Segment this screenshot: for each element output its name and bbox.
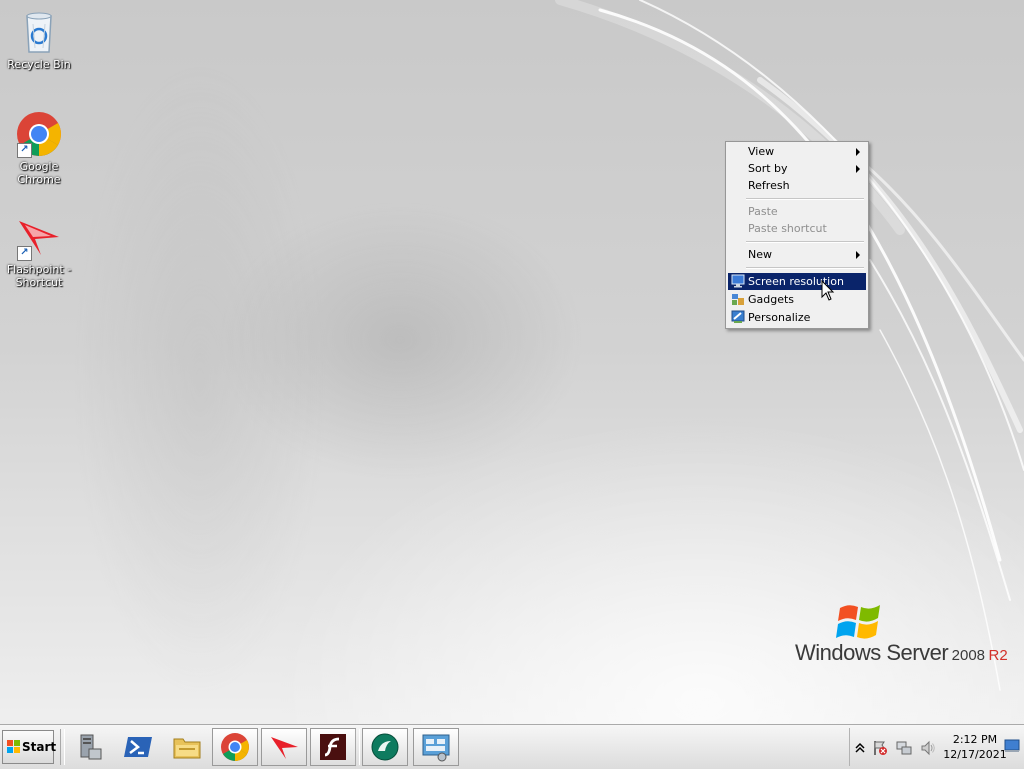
mouse-cursor-icon <box>821 280 835 301</box>
desktop-icon-label: Flashpoint - Shortcut <box>6 263 72 289</box>
gadgets-icon <box>732 294 744 305</box>
menu-item-paste-shortcut[interactable]: Paste shortcut <box>728 220 866 237</box>
shortcut-arrow-icon: ↗ <box>17 246 32 261</box>
submenu-arrow-icon <box>856 165 860 173</box>
system-tray: 2:12 PM 12/17/2021 <box>849 728 1022 766</box>
menu-item-paste[interactable]: Paste <box>728 203 866 220</box>
menu-item-sort-by[interactable]: Sort by <box>728 160 866 177</box>
recycle-bin-icon <box>15 8 63 56</box>
show-desktop-icon[interactable] <box>1004 738 1020 754</box>
menu-separator <box>746 198 864 200</box>
submenu-arrow-icon <box>856 251 860 259</box>
taskbar-explorer[interactable] <box>164 728 210 766</box>
taskbar-control-panel[interactable] <box>413 728 459 766</box>
start-button[interactable]: Start <box>2 730 57 764</box>
desktop-context-menu: View Sort by Refresh Paste Paste shortcu… <box>725 141 869 329</box>
clock-date: 12/17/2021 <box>943 748 1007 761</box>
taskbar-separator <box>60 729 65 765</box>
taskbar-green-app[interactable] <box>362 728 408 766</box>
submenu-arrow-icon <box>856 148 860 156</box>
start-label: Start <box>22 740 57 754</box>
taskbar-server-manager[interactable] <box>66 728 112 766</box>
taskbar-flashpoint[interactable] <box>261 728 307 766</box>
menu-item-gadgets[interactable]: Gadgets <box>728 291 866 308</box>
green-circle-app-icon <box>371 733 399 761</box>
taskbar-separator <box>355 729 360 765</box>
menu-separator <box>746 241 864 243</box>
explorer-icon <box>173 738 201 759</box>
menu-item-refresh[interactable]: Refresh <box>728 177 866 194</box>
taskbar-powershell[interactable] <box>115 728 161 766</box>
system-clock[interactable]: 2:12 PM 12/17/2021 <box>942 732 1008 762</box>
personalize-icon <box>731 310 745 323</box>
menu-item-view[interactable]: View <box>728 143 866 160</box>
flashpoint-icon: ↗ <box>15 213 63 261</box>
menu-item-new[interactable]: New <box>728 246 866 263</box>
control-panel-icon <box>422 734 450 762</box>
brand-edition: R2 <box>988 647 1008 664</box>
chrome-icon <box>221 733 249 761</box>
menu-item-personalize[interactable]: Personalize <box>728 309 866 326</box>
desktop-icon-recycle-bin[interactable]: Recycle Bin <box>0 8 78 71</box>
monitor-icon <box>731 274 745 288</box>
menu-separator <box>746 267 864 269</box>
taskbar-flash-player[interactable] <box>310 728 356 766</box>
flashpoint-icon <box>271 737 298 759</box>
windows-server-branding: Windows Server 2008 R2 <box>795 640 1008 670</box>
desktop-icon-label: Google Chrome <box>17 160 61 186</box>
action-center-flag-icon[interactable] <box>872 740 888 756</box>
clock-time: 2:12 PM <box>952 733 998 746</box>
network-icon[interactable] <box>896 740 912 756</box>
windows-flag-logo <box>836 605 880 639</box>
show-hidden-icons-icon[interactable] <box>854 740 866 756</box>
brand-version: 2008 <box>951 647 986 664</box>
menu-item-screen-resolution[interactable]: Screen resolution <box>728 273 866 290</box>
desktop-icon-google-chrome[interactable]: ↗ Google Chrome <box>0 110 78 186</box>
desktop-icon-flashpoint[interactable]: ↗ Flashpoint - Shortcut <box>0 213 78 289</box>
chrome-icon: ↗ <box>15 110 63 158</box>
taskbar: Start 2:12 PM 12/17/2021 <box>0 724 1024 769</box>
server-manager-icon <box>80 734 102 760</box>
desktop-icon-label: Recycle Bin <box>7 58 71 71</box>
windows-logo-icon <box>7 740 20 753</box>
volume-icon[interactable] <box>920 740 936 756</box>
flash-player-icon <box>320 734 346 760</box>
powershell-icon <box>124 737 152 757</box>
shortcut-arrow-icon: ↗ <box>17 143 32 158</box>
taskbar-chrome[interactable] <box>212 728 258 766</box>
brand-product: Windows Server <box>795 640 949 665</box>
